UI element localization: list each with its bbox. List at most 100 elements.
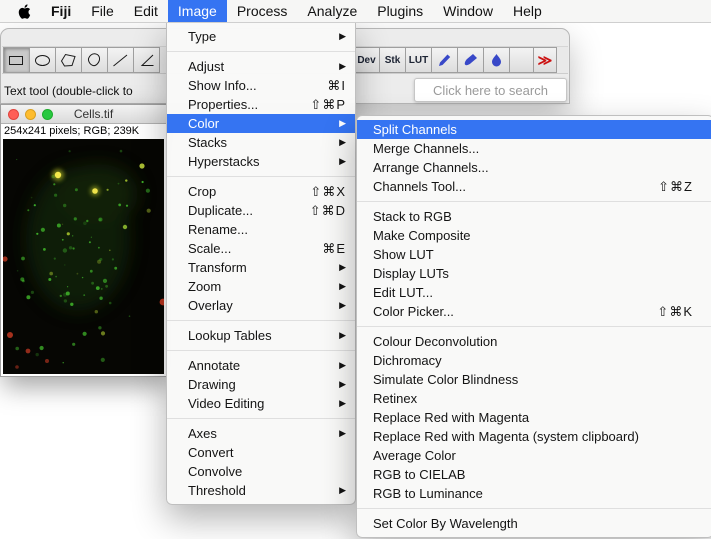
color-submenu-item-retinex[interactable]: Retinex: [357, 389, 711, 408]
color-submenu-item-make-composite[interactable]: Make Composite: [357, 226, 711, 245]
image-menu-item-label: Rename...: [188, 222, 332, 237]
flood-fill-tool-button[interactable]: [483, 47, 510, 73]
menubar-item-process[interactable]: Process: [227, 0, 298, 22]
color-submenu-item-colour-deconvolution[interactable]: Colour Deconvolution: [357, 332, 711, 351]
color-submenu-item-show-lut[interactable]: Show LUT: [357, 245, 711, 264]
image-menu-item-annotate[interactable]: Annotate ▶: [167, 356, 355, 375]
color-submenu-item-label: Arrange Channels...: [373, 160, 679, 175]
image-menu-item-rename[interactable]: Rename...: [167, 220, 355, 239]
color-submenu-item-label: Make Composite: [373, 228, 679, 243]
angle-tool-button[interactable]: [133, 47, 160, 73]
toolbar-button-label: Dev: [357, 55, 375, 66]
color-submenu-item-simulate-color-blindness[interactable]: Simulate Color Blindness: [357, 370, 711, 389]
line-tool-button[interactable]: [107, 47, 134, 73]
submenu-arrow-icon: ▶: [335, 481, 346, 500]
cells-titlebar[interactable]: Cells.tif: [1, 105, 166, 124]
rectangle-icon: [6, 50, 27, 71]
image-menu-item-lookup-tables[interactable]: Lookup Tables ▶: [167, 326, 355, 345]
menubar-item-help[interactable]: Help: [503, 0, 552, 22]
more-tools-button[interactable]: ≫: [533, 47, 557, 73]
image-menu-item-axes[interactable]: Axes ▶: [167, 424, 355, 443]
image-menu-item-zoom[interactable]: Zoom ▶: [167, 277, 355, 296]
image-menu-item-adjust[interactable]: Adjust ▶: [167, 57, 355, 76]
freehand-tool-button[interactable]: [81, 47, 108, 73]
menubar-item-fiji[interactable]: Fiji: [41, 0, 81, 22]
image-menu-item-label: Type: [188, 29, 317, 44]
color-submenu-item-replace-red-with-magenta[interactable]: Replace Red with Magenta: [357, 408, 711, 427]
close-button[interactable]: [8, 109, 19, 120]
empty-tool-button[interactable]: [509, 47, 534, 73]
image-menu-item-label: Video Editing: [188, 396, 317, 411]
color-submenu-item-label: Color Picker...: [373, 304, 643, 319]
color-submenu-item-label: Average Color: [373, 448, 679, 463]
rectangle-tool-button[interactable]: [3, 47, 30, 73]
color-submenu-item-average-color[interactable]: Average Color: [357, 446, 711, 465]
color-submenu-item-edit-lut[interactable]: Edit LUT...: [357, 283, 711, 302]
image-menu-item-video-editing[interactable]: Video Editing ▶: [167, 394, 355, 413]
image-menu-item-convolve[interactable]: Convolve: [167, 462, 355, 481]
image-menu-item-label: Convolve: [188, 464, 332, 479]
menubar-item-analyze[interactable]: Analyze: [297, 0, 367, 22]
image-menu-item-label: Annotate: [188, 358, 317, 373]
image-menu-item-show-info[interactable]: Show Info... ⌘I: [167, 76, 355, 95]
color-submenu-item-channels-tool[interactable]: Channels Tool... ⇧⌘Z: [357, 177, 711, 196]
toolbar-button-lut[interactable]: LUT: [405, 47, 432, 73]
toolbar-text-buttons: Dev StkLUT: [353, 47, 431, 73]
image-menu-item-hyperstacks[interactable]: Hyperstacks ▶: [167, 152, 355, 171]
image-menu-item-drawing[interactable]: Drawing ▶: [167, 375, 355, 394]
image-menu-item-scale[interactable]: Scale... ⌘E: [167, 239, 355, 258]
menubar: Fiji File Edit Image Process Analyze Plu…: [0, 0, 711, 23]
color-submenu-item-label: Set Color By Wavelength: [373, 516, 679, 531]
image-menu-item-type[interactable]: Type ▶: [167, 27, 355, 46]
minimize-button[interactable]: [25, 109, 36, 120]
submenu-arrow-icon: ▶: [335, 152, 346, 171]
menubar-item-image[interactable]: Image: [168, 0, 227, 22]
color-submenu-item-split-channels[interactable]: Split Channels: [357, 120, 711, 139]
menubar-item-plugins[interactable]: Plugins: [367, 0, 433, 22]
color-submenu-item-stack-to-rgb[interactable]: Stack to RGB: [357, 207, 711, 226]
image-menu-item-stacks[interactable]: Stacks ▶: [167, 133, 355, 152]
submenu-arrow-icon: ▶: [335, 258, 346, 277]
color-submenu-item-replace-red-with-magenta-system-clipboard[interactable]: Replace Red with Magenta (system clipboa…: [357, 427, 711, 446]
menubar-item-edit[interactable]: Edit: [124, 0, 168, 22]
image-menu-item-label: Hyperstacks: [188, 154, 317, 169]
cells-image-canvas[interactable]: [3, 139, 164, 374]
polygon-tool-button[interactable]: [55, 47, 82, 73]
image-menu-item-overlay[interactable]: Overlay ▶: [167, 296, 355, 315]
color-submenu-item-merge-channels[interactable]: Merge Channels...: [357, 139, 711, 158]
toolbar-button-dev[interactable]: Dev: [353, 47, 380, 73]
image-menu-item-label: Adjust: [188, 59, 317, 74]
search-box[interactable]: Click here to search: [414, 78, 567, 102]
cells-fluorescence-image: [3, 139, 164, 374]
oval-tool-button[interactable]: [29, 47, 56, 73]
menubar-item-file[interactable]: File: [81, 0, 124, 22]
color-submenu-item-rgb-to-cielab[interactable]: RGB to CIELAB: [357, 465, 711, 484]
color-submenu-item-set-color-by-wavelength[interactable]: Set Color By Wavelength: [357, 514, 711, 533]
image-menu-item-label: Transform: [188, 260, 317, 275]
menubar-item-label: File: [91, 3, 114, 19]
image-menu-item-properties[interactable]: Properties... ⇧⌘P: [167, 95, 355, 114]
color-submenu-item-label: Colour Deconvolution: [373, 334, 679, 349]
menubar-item-window[interactable]: Window: [433, 0, 503, 22]
image-menu-item-crop[interactable]: Crop ⇧⌘X: [167, 182, 355, 201]
color-submenu-item-label: Simulate Color Blindness: [373, 372, 679, 387]
color-submenu-item-dichromacy[interactable]: Dichromacy: [357, 351, 711, 370]
pencil-tool-button[interactable]: [431, 47, 458, 73]
color-submenu-item-color-picker[interactable]: Color Picker... ⇧⌘K: [357, 302, 711, 321]
image-menu-item-transform[interactable]: Transform ▶: [167, 258, 355, 277]
paintbrush-tool-button[interactable]: [457, 47, 484, 73]
image-menu-item-color[interactable]: Color ▶: [167, 114, 355, 133]
color-submenu-item-arrange-channels[interactable]: Arrange Channels...: [357, 158, 711, 177]
image-menu-item-duplicate[interactable]: Duplicate... ⇧⌘D: [167, 201, 355, 220]
toolbar-button-stk[interactable]: Stk: [379, 47, 406, 73]
image-menu-item-label: Drawing: [188, 377, 317, 392]
color-submenu-item-display-luts[interactable]: Display LUTs: [357, 264, 711, 283]
color-submenu-item-label: Merge Channels...: [373, 141, 679, 156]
image-menu-item-threshold[interactable]: Threshold ▶: [167, 481, 355, 500]
submenu-arrow-icon: ▶: [335, 296, 346, 315]
zoom-window-button[interactable]: [42, 109, 53, 120]
apple-menu[interactable]: [8, 0, 41, 22]
image-menu-item-convert[interactable]: Convert: [167, 443, 355, 462]
color-submenu-item-rgb-to-luminance[interactable]: RGB to Luminance: [357, 484, 711, 503]
pencil-icon: [434, 50, 455, 71]
